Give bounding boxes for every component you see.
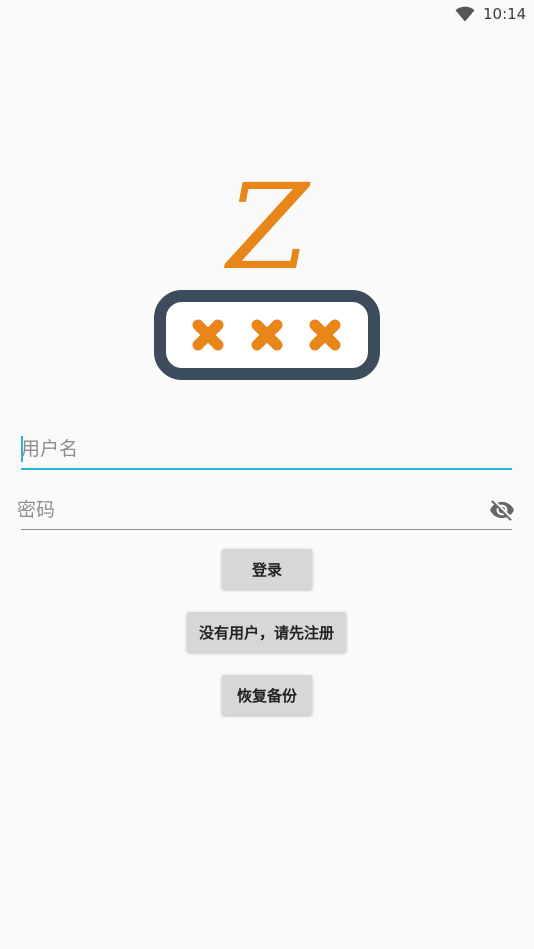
- password-input[interactable]: [17, 495, 477, 525]
- register-button[interactable]: 没有用户，请先注册: [187, 612, 346, 652]
- status-time: 10:14: [483, 5, 527, 23]
- username-field-container: [21, 428, 512, 470]
- logo-letter: Z: [227, 158, 309, 296]
- password-mask-icon: [154, 290, 380, 380]
- login-screen: 10:14 Z 登录 没有用户，请先注册 恢复备份: [0, 0, 534, 949]
- restore-backup-button[interactable]: 恢复备份: [222, 675, 312, 715]
- status-bar: 10:14: [0, 0, 534, 28]
- login-button[interactable]: 登录: [222, 549, 312, 589]
- eye-off-icon[interactable]: [489, 497, 515, 523]
- app-logo: Z: [154, 158, 380, 382]
- wifi-icon: [455, 6, 475, 22]
- password-field-container: [17, 489, 515, 530]
- username-input[interactable]: [21, 434, 481, 464]
